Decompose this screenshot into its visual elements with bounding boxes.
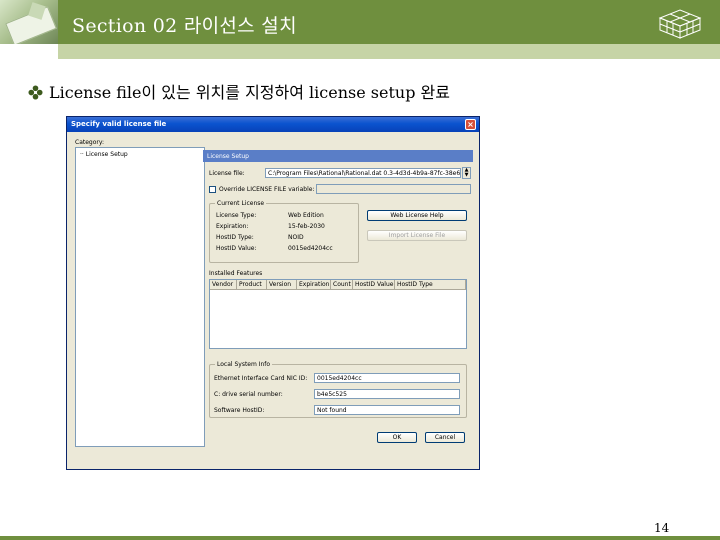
features-list[interactable]: Vendor Product Version Expiration Count … — [209, 279, 467, 349]
tree-item-license-setup[interactable]: ·· License Setup — [80, 151, 128, 158]
bullet-line: License file이 있는 위치를 지정하여 license setup … — [28, 79, 450, 103]
column-header[interactable]: HostID Type — [395, 280, 466, 290]
drive-serial-label: C: drive serial number: — [214, 391, 283, 398]
hostid-type-label: HostID Type: — [216, 234, 254, 241]
override-label: Override LICENSE FILE variable: — [219, 186, 315, 193]
features-title: Installed Features — [209, 270, 263, 277]
override-checkbox[interactable] — [209, 186, 216, 193]
tree-item-label: License Setup — [85, 151, 128, 158]
local-system-group: Local System Info Ethernet Interface Car… — [209, 361, 467, 418]
current-license-group: Current License License Type: Web Editio… — [209, 200, 359, 263]
header-rule — [58, 44, 720, 59]
expiration-label: Expiration: — [216, 223, 249, 230]
ok-button[interactable]: OK — [377, 432, 417, 443]
software-hostid-field[interactable]: Not found — [314, 405, 460, 415]
hostid-type-value: NOID — [288, 234, 304, 241]
column-header[interactable]: HostID Value — [353, 280, 395, 290]
web-license-help-button[interactable]: Web License Help — [367, 210, 467, 221]
slide-title: Section 02 라이선스 설치 — [72, 15, 297, 37]
column-header[interactable]: Product — [237, 280, 267, 290]
bullet-text: License file이 있는 위치를 지정하여 license setup … — [49, 83, 450, 102]
column-header[interactable]: Vendor — [210, 280, 237, 290]
import-license-file-button[interactable]: Import License File — [367, 230, 467, 241]
hostid-value-label: HostID Value: — [216, 245, 257, 252]
dialog-titlebar[interactable]: Specify valid license file × — [67, 117, 479, 132]
license-type-value: Web Edition — [288, 212, 324, 219]
column-header[interactable]: Count — [331, 280, 353, 290]
local-system-title: Local System Info — [215, 361, 273, 368]
license-file-label: License file: — [209, 170, 245, 177]
bottom-rule — [0, 536, 720, 540]
drive-serial-field[interactable]: b4e5c525 — [314, 389, 460, 399]
column-header[interactable]: Expiration — [297, 280, 331, 290]
slide-header: Section 02 라이선스 설치 — [0, 0, 720, 44]
license-dialog: Specify valid license file × Category: ·… — [66, 116, 480, 470]
dialog-title: Specify valid license file — [71, 120, 167, 128]
license-setup-panel: License Setup License file: C:\Program F… — [203, 150, 473, 450]
nic-id-label: Ethernet Interface Card NIC ID: — [214, 375, 308, 382]
cancel-button[interactable]: Cancel — [425, 432, 465, 443]
tree-connector-icon: ·· — [80, 151, 84, 158]
panel-header: License Setup — [203, 150, 473, 162]
software-hostid-label: Software HostID: — [214, 407, 265, 414]
override-field[interactable] — [316, 184, 471, 194]
license-file-field[interactable]: C:\Program Files\Rational\Rational.dat 0… — [265, 168, 461, 178]
expiration-value: 15-feb-2030 — [288, 223, 325, 230]
license-type-label: License Type: — [216, 212, 257, 219]
header-photo — [0, 0, 58, 44]
cube-logo-icon — [658, 9, 702, 39]
nic-id-field[interactable]: 0015ed4204cc — [314, 373, 460, 383]
category-label: Category: — [75, 139, 104, 146]
page-number: 14 — [654, 521, 670, 535]
category-tree[interactable]: ·· License Setup — [75, 147, 205, 447]
column-header[interactable]: Version — [267, 280, 297, 290]
diamond-bullet-icon — [28, 85, 43, 100]
hostid-value-value: 0015ed4204cc — [288, 245, 333, 252]
close-icon[interactable]: × — [465, 119, 476, 130]
license-file-spinner[interactable]: ▲ ▼ — [462, 167, 471, 179]
current-license-title: Current License — [215, 200, 267, 207]
